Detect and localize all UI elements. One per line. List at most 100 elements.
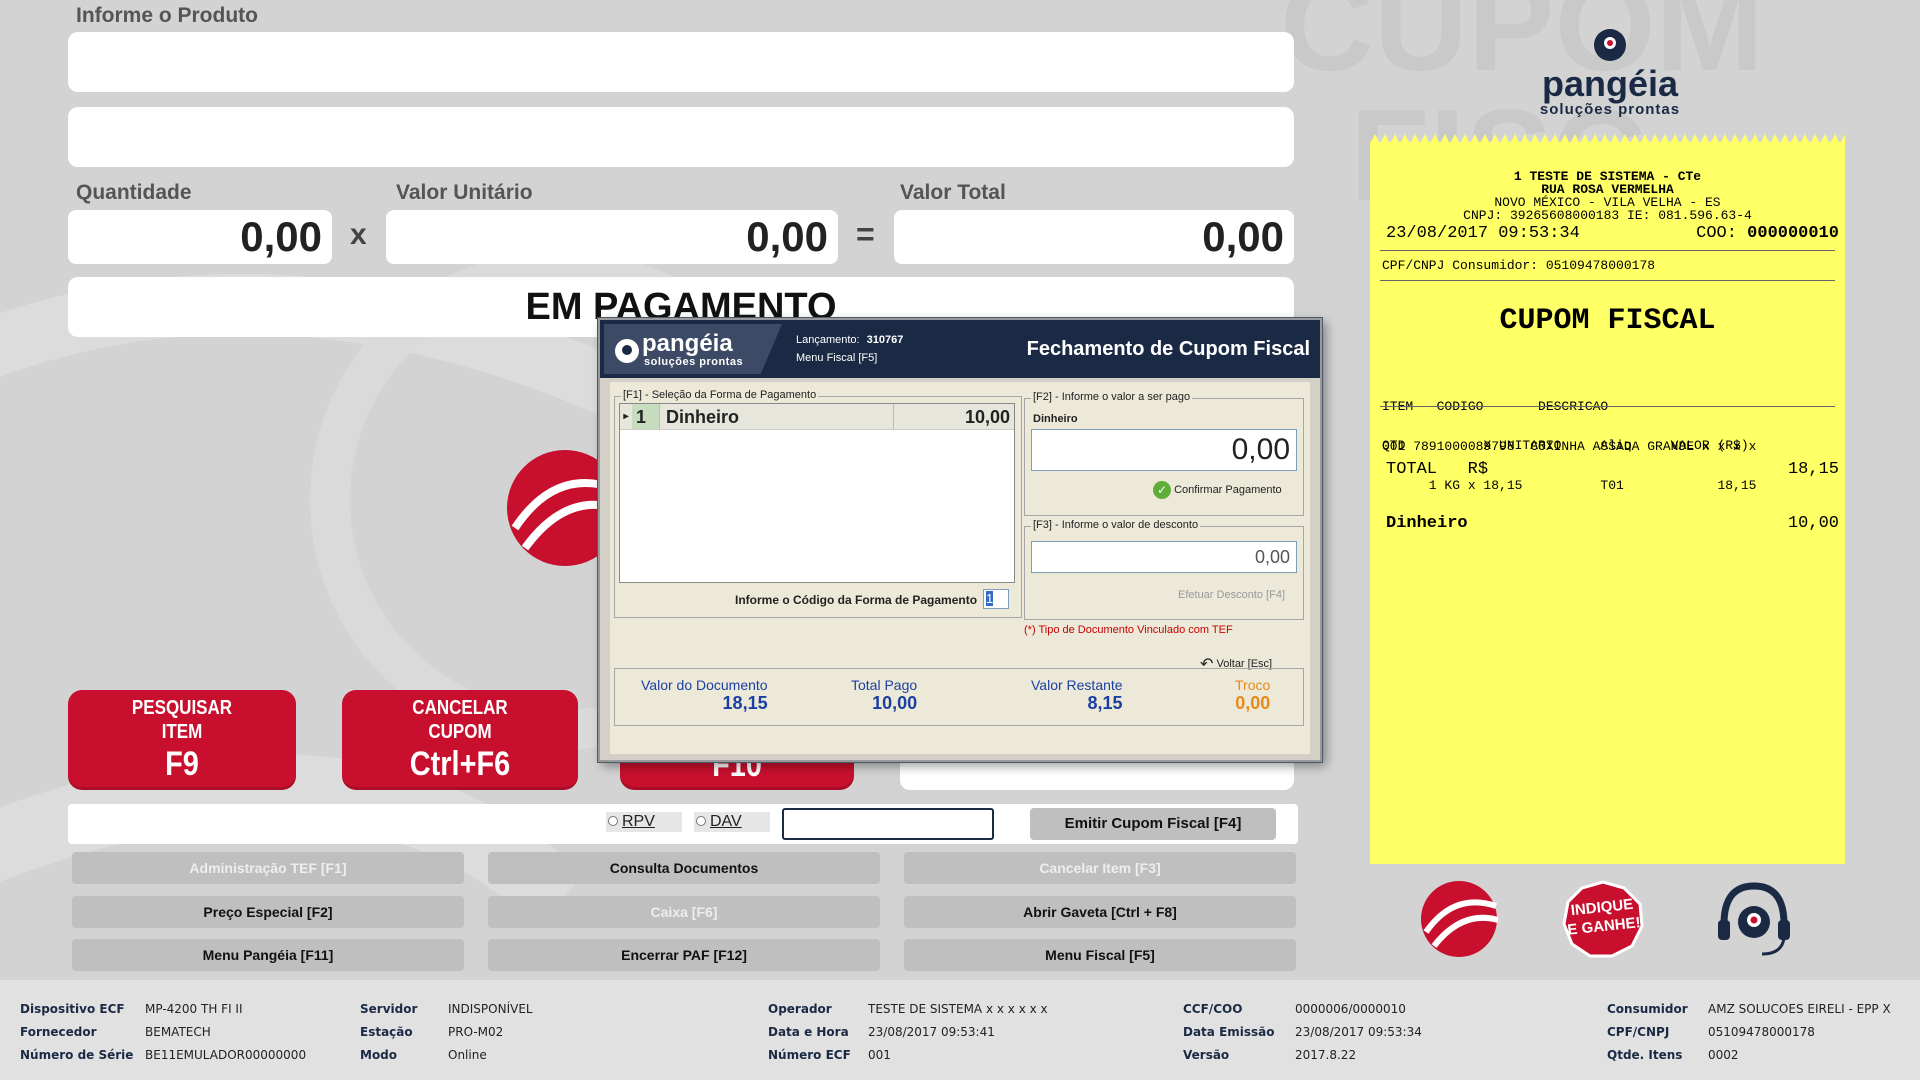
dialog-brand-name: pangéia — [642, 330, 733, 357]
support-headset-icon[interactable] — [1712, 876, 1796, 960]
paid-value: 10,00 — [872, 693, 918, 713]
change-block: Troco 0,00 — [1235, 677, 1270, 714]
mode-value: Online — [448, 1048, 487, 1062]
dialog-header: pangéia soluções prontas Lançamento: 310… — [600, 320, 1320, 378]
receipt-item-line2: 1 KG x 18,15 T01 18,15 — [1382, 478, 1757, 493]
payment-row-value: 10,00 — [964, 407, 1010, 427]
operator-value: TESTE DE SISTEMA x x x x x x — [868, 1002, 1048, 1016]
row-indicator-icon: ▸ — [623, 411, 629, 422]
rpv-option[interactable]: RPV — [606, 812, 682, 832]
mode-key: Modo — [360, 1048, 398, 1062]
dialog-logo-icon — [615, 339, 639, 363]
footer-col2-values: INDISPONÍVEL PRO-M02 Online — [448, 998, 533, 1067]
function-button[interactable]: Abrir Gaveta [Ctrl + F8] — [904, 896, 1296, 928]
version-value: 2017.8.22 — [1295, 1048, 1357, 1062]
function-button[interactable]: Preço Especial [F2] — [72, 896, 464, 928]
dialog-menu-fiscal: Menu Fiscal [F5] — [796, 352, 878, 364]
receipt-total-value: 18,15 — [1787, 460, 1839, 479]
dialog-launch-info: Lançamento: 310767 — [796, 334, 903, 346]
server-key: Servidor — [360, 1002, 418, 1016]
discount-input[interactable]: 0,00 — [1031, 541, 1297, 573]
receipt-datetime: 23/08/2017 09:53:34 — [1386, 224, 1580, 243]
remaining-value: 8,15 — [1087, 693, 1123, 713]
payment-rows: ▸ 1 Dinheiro 10,00 — [620, 404, 1014, 430]
paid-label: Total Pago — [851, 677, 918, 693]
dav-radio-icon[interactable] — [696, 816, 706, 826]
function-button[interactable]: Consulta Documentos — [488, 852, 880, 884]
cancel-coupon-line1: CANCELAR — [412, 697, 508, 719]
multiply-sign: x — [350, 218, 367, 251]
datetime-key: Data e Hora — [768, 1025, 849, 1039]
function-button[interactable]: Cancelar Item [F3] — [904, 852, 1296, 884]
unit-value-field[interactable]: 0,00 — [386, 210, 838, 264]
paid-block: Total Pago 10,00 — [851, 677, 917, 714]
function-button[interactable]: Administração TEF [F1] — [72, 852, 464, 884]
emit-coupon-button[interactable]: Emitir Cupom Fiscal [F4] — [1030, 808, 1276, 840]
device-ecf-value: MP-4200 TH FI II — [145, 1002, 243, 1016]
totals-panel: Valor do Documento 18,15 Total Pago 10,0… — [614, 668, 1304, 726]
pangeia-logo: pangéia soluções prontas — [1530, 28, 1690, 123]
total-value-label: Valor Total — [900, 181, 1006, 204]
quantity-field[interactable]: 0,00 — [68, 210, 332, 264]
ccf-coo-value: 0000006/0000010 — [1295, 1002, 1406, 1016]
search-item-line2: ITEM — [161, 721, 203, 743]
ecf-number-value: 001 — [868, 1048, 891, 1062]
confirm-payment-label: Confirmar Pagamento — [1174, 483, 1282, 496]
payment-method-fieldset: [F1] - Seleção da Forma de Pagamento ▸ 1 D… — [614, 389, 1022, 618]
receipt-zigzag-edge — [1370, 134, 1845, 144]
confirm-payment-button[interactable]: ✓ Confirmar Pagamento — [1153, 481, 1282, 499]
equals-sign: = — [856, 216, 875, 252]
product-input[interactable] — [68, 32, 1294, 92]
function-button[interactable]: Caixa [F6] — [488, 896, 880, 928]
emission-key: Data Emissão — [1183, 1025, 1275, 1039]
items-value: 0002 — [1708, 1048, 1739, 1062]
f1-legend: [F1] - Seleção da Forma de Pagamento — [621, 389, 819, 401]
apply-discount-button[interactable]: Efetuar Desconto [F4] — [1178, 589, 1285, 601]
server-value: INDISPONÍVEL — [448, 1002, 533, 1016]
operator-key: Operador — [768, 1002, 832, 1016]
rpv-label: RPV — [622, 813, 655, 830]
cancel-coupon-line2: CUPOM — [428, 721, 492, 743]
cancel-coupon-key: Ctrl+F6 — [409, 745, 511, 783]
dav-option[interactable]: DAV — [694, 812, 770, 832]
function-button[interactable]: Encerrar PAF [F12] — [488, 939, 880, 971]
product-label: Informe o Produto — [76, 4, 258, 27]
serial-key: Número de Série — [20, 1048, 134, 1062]
f3-legend: [F3] - Informe o valor de desconto — [1031, 519, 1201, 531]
payment-code-input[interactable]: 1 — [983, 589, 1009, 609]
f2-method: Dinheiro — [1033, 413, 1078, 425]
payment-row[interactable]: ▸ 1 Dinheiro 10,00 — [620, 404, 1014, 430]
receipt-coo-label: COO: — [1696, 224, 1737, 243]
quantity-label: Quantidade — [76, 181, 192, 204]
cpf-value: 05109478000178 — [1708, 1025, 1815, 1039]
dialog-brand-tagline: soluções prontas — [644, 356, 744, 368]
function-button[interactable]: Menu Fiscal [F5] — [904, 939, 1296, 971]
function-button[interactable]: Menu Pangéia [F11] — [72, 939, 464, 971]
emission-value: 23/08/2017 09:53:34 — [1295, 1025, 1422, 1039]
pay-amount-input[interactable]: 0,00 — [1031, 429, 1297, 471]
footer-col2-keys: Servidor Estação Modo — [360, 998, 417, 1067]
indique-ganhe-badge[interactable]: INDIQUE E GANHE! — [1562, 880, 1644, 958]
rpv-radio-icon[interactable] — [608, 816, 618, 826]
footer-col5-values: AMZ SOLUCOES EIRELI - EPP X 051094780001… — [1708, 998, 1891, 1067]
check-icon: ✓ — [1153, 481, 1171, 499]
receipt-total-label: TOTAL R$ — [1386, 460, 1489, 479]
search-item-key: F9 — [165, 745, 199, 783]
items-key: Qtde. Itens — [1607, 1048, 1683, 1062]
total-value-field: 0,00 — [894, 210, 1294, 264]
product-description-field — [68, 107, 1294, 167]
receipt-title: CUPOM FISCAL — [1499, 304, 1716, 338]
search-item-button[interactable]: PESQUISAR ITEM F9 — [68, 690, 296, 790]
cancel-coupon-button[interactable]: CANCELAR CUPOM Ctrl+F6 — [342, 690, 578, 790]
dav-label: DAV — [710, 813, 742, 830]
receipt-payment-value: 10,00 — [1787, 514, 1839, 533]
payment-row-code: 1 — [632, 404, 660, 429]
payment-grid[interactable]: ▸ 1 Dinheiro 10,00 — [619, 403, 1015, 583]
dialog-title: Fechamento de Cupom Fiscal — [1026, 338, 1310, 360]
document-number-input[interactable] — [782, 808, 994, 840]
pangeia-site-icon[interactable] — [1420, 880, 1498, 958]
brand-name: pangéia — [1541, 63, 1679, 104]
doc-value-block: Valor do Documento 18,15 — [641, 677, 768, 714]
footer-col4-values: 0000006/0000010 23/08/2017 09:53:34 2017… — [1295, 998, 1422, 1067]
receipt-divider — [1380, 250, 1835, 251]
